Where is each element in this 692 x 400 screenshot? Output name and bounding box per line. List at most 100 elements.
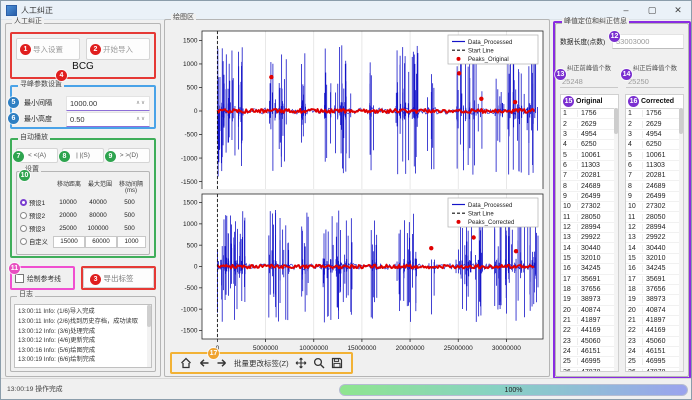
table-row[interactable]: 2345060 (626, 337, 683, 347)
preset-label: 自定义 (29, 237, 53, 246)
home-icon[interactable] (180, 357, 192, 369)
table-row[interactable]: 2647878 (561, 368, 618, 371)
table-row[interactable]: 2446151 (561, 347, 618, 357)
after-count-field[interactable]: 14 25250 (626, 75, 684, 88)
preset-value-input[interactable]: 1000 (117, 236, 146, 248)
table-row[interactable]: 1228994 (561, 223, 618, 233)
table-row[interactable]: 1837656 (626, 285, 683, 295)
preset-radio[interactable] (20, 225, 27, 232)
table-row[interactable]: 611303 (626, 161, 683, 171)
pause-button[interactable]: 8 | |(S) (62, 148, 104, 163)
row-index: 11 (626, 214, 642, 221)
table-row[interactable]: 46250 (626, 140, 683, 150)
table-row[interactable]: 2546995 (561, 357, 618, 367)
table-row[interactable]: 46250 (561, 140, 618, 150)
back-arrow-icon[interactable] (198, 357, 210, 369)
minimize-button[interactable]: – (613, 2, 639, 19)
table-row[interactable]: 2647878 (626, 368, 683, 371)
log-scrollbar[interactable] (147, 305, 151, 367)
table-row[interactable]: 2244169 (561, 326, 618, 336)
spinner-arrows-icon[interactable]: ∧∨ (136, 100, 146, 106)
preset-row[interactable]: 预设22000080000500 (20, 209, 146, 222)
table-row[interactable]: 11756 (561, 109, 618, 119)
table-row[interactable]: 611303 (561, 161, 618, 171)
table-row[interactable]: 1532010 (561, 254, 618, 264)
table-row[interactable]: 22629 (626, 119, 683, 129)
reference-line-checkbox[interactable] (15, 274, 24, 283)
floppy-disk-icon[interactable] (331, 357, 343, 369)
table-row[interactable]: 2141897 (561, 316, 618, 326)
table-row[interactable]: 1735691 (626, 275, 683, 285)
preset-radio[interactable] (20, 212, 27, 219)
pan-cross-icon[interactable] (295, 357, 307, 369)
table-row[interactable]: 1027302 (561, 202, 618, 212)
preset-radio[interactable] (20, 238, 27, 245)
spinner-arrows-icon[interactable]: ∧∨ (136, 116, 146, 122)
original-peaks-table[interactable]: 15 Original 1175622629349544625051006161… (560, 94, 619, 372)
table-row[interactable]: 510061 (626, 150, 683, 160)
table-row[interactable]: 22629 (561, 119, 618, 129)
table-row[interactable]: 1634245 (561, 264, 618, 274)
start-import-button[interactable]: 2 开始导入 (86, 38, 150, 60)
chart-bottom[interactable]: -1500-1000-50005001000150005000000100000… (168, 189, 548, 350)
table-row[interactable]: 11756 (626, 109, 683, 119)
table-row[interactable]: 2345060 (561, 337, 618, 347)
export-labels-button[interactable]: 3 导出标签 (83, 268, 154, 288)
chart-top[interactable]: -1500-1000-500050010001500Data_Processed… (168, 26, 548, 189)
table-row[interactable]: 1128050 (626, 212, 683, 222)
preset-row[interactable]: 预设325000100000500 (20, 222, 146, 235)
preset-row[interactable]: 自定义15000600001000 (20, 235, 146, 248)
preset-value-input[interactable]: 60000 (85, 236, 117, 248)
data-length-field[interactable]: 12 33003000 (612, 34, 684, 49)
table-row[interactable]: 2446151 (626, 347, 683, 357)
row-index: 9 (626, 193, 642, 200)
min-height-input[interactable]: 0.50 ∧∨ (66, 112, 150, 127)
table-row[interactable]: 926499 (626, 192, 683, 202)
table-row[interactable]: 1938973 (626, 295, 683, 305)
table-row[interactable]: 720281 (561, 171, 618, 181)
corrected-peaks-table[interactable]: 16 Corrected 117562262934954462505100616… (625, 94, 684, 372)
table-row[interactable]: 1027302 (626, 202, 683, 212)
preset-radio[interactable] (20, 199, 27, 206)
table-row[interactable]: 34954 (561, 130, 618, 140)
table-row[interactable]: 1837656 (561, 285, 618, 295)
table-row[interactable]: 1329922 (626, 233, 683, 243)
step-back-button[interactable]: 7 < <(A) (16, 148, 58, 163)
table-row[interactable]: 2244169 (626, 326, 683, 336)
preset-row[interactable]: 预设11000040000500 (20, 196, 146, 209)
preset-value-input[interactable]: 15000 (53, 236, 85, 248)
table-row[interactable]: 1938973 (561, 295, 618, 305)
table-row[interactable]: 1128050 (561, 212, 618, 222)
magnifier-icon[interactable] (313, 357, 325, 369)
maximize-button[interactable]: ▢ (639, 2, 665, 19)
step-forward-button[interactable]: 9 > >(D) (108, 148, 150, 163)
forward-arrow-icon[interactable] (216, 357, 228, 369)
before-count-field[interactable]: 13 25248 (560, 75, 618, 88)
close-button[interactable]: ✕ (665, 2, 691, 19)
table-row[interactable]: 824689 (626, 181, 683, 191)
table-row[interactable]: 1430440 (626, 243, 683, 253)
preset-value: 80000 (83, 212, 113, 219)
table-row[interactable]: 510061 (561, 150, 618, 160)
row-index: 22 (561, 327, 577, 334)
table-row[interactable]: 1329922 (561, 233, 618, 243)
table-row[interactable]: 2040874 (626, 306, 683, 316)
log-output[interactable]: 13:00:11 Info: (1/6)导入完成13:00:11 Info: (… (14, 304, 152, 368)
table-row[interactable]: 2040874 (561, 306, 618, 316)
table-row[interactable]: 2141897 (626, 316, 683, 326)
table-row[interactable]: 720281 (626, 171, 683, 181)
table-row[interactable]: 1228994 (626, 223, 683, 233)
table-row[interactable]: 2546995 (626, 357, 683, 367)
table-row[interactable]: 1532010 (626, 254, 683, 264)
import-settings-button[interactable]: 1 导入设置 (16, 38, 80, 60)
table-row[interactable]: 1634245 (626, 264, 683, 274)
original-table-scrollbar[interactable] (614, 108, 618, 371)
batch-edit-labels-button[interactable]: 批量更改标签(Z) (234, 358, 289, 369)
table-row[interactable]: 34954 (626, 130, 683, 140)
table-row[interactable]: 926499 (561, 192, 618, 202)
min-interval-input[interactable]: 1000.00 ∧∨ (66, 96, 150, 111)
corrected-table-scrollbar[interactable] (679, 108, 683, 371)
table-row[interactable]: 1430440 (561, 243, 618, 253)
table-row[interactable]: 824689 (561, 181, 618, 191)
table-row[interactable]: 1735691 (561, 275, 618, 285)
